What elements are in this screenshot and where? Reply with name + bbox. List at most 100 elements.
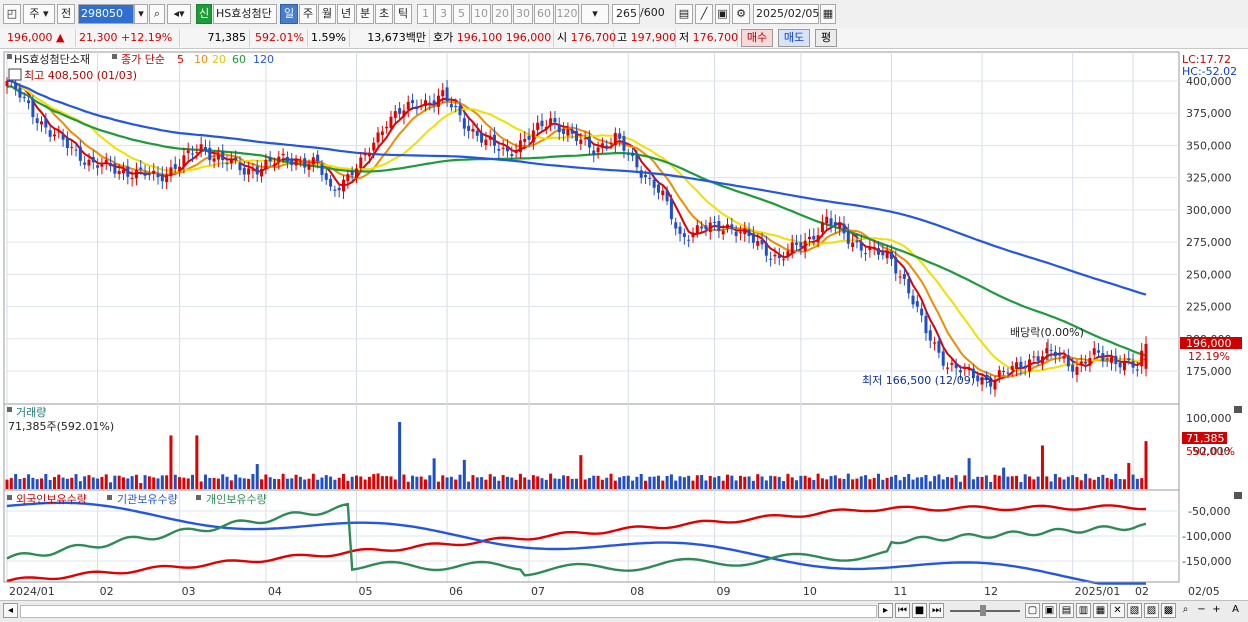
- volume-bar: [756, 474, 760, 489]
- code-input[interactable]: 298050: [78, 4, 134, 24]
- save-icon[interactable]: ▣: [715, 4, 730, 24]
- volume-bar: [290, 478, 294, 489]
- volume-bar: [618, 477, 622, 489]
- calendar-icon[interactable]: ▦: [820, 4, 836, 24]
- candle-body: [889, 251, 893, 259]
- volume-bar: [428, 475, 432, 489]
- magnifier-icon[interactable]: ⌕: [1178, 603, 1193, 618]
- chart-area[interactable]: HS효성첨단소재 종가 단순 5 10 20 60 120 최고 408,500…: [0, 48, 1248, 600]
- scroll-track[interactable]: [20, 605, 877, 618]
- price-panel-name: HS효성첨단소재: [14, 53, 90, 66]
- candle-body: [907, 278, 911, 294]
- x-axis-label: 2024/01: [9, 585, 55, 598]
- period-week[interactable]: 주: [299, 4, 317, 24]
- candle-body: [721, 230, 725, 235]
- zoom-in-icon[interactable]: +: [1209, 603, 1224, 618]
- volume-bar: [298, 476, 302, 489]
- scroll-right-icon[interactable]: ▸: [878, 603, 893, 618]
- period-second[interactable]: 초: [375, 4, 393, 24]
- tool-icon-4[interactable]: ▥: [1076, 603, 1091, 618]
- volume-bar: [510, 477, 514, 489]
- candle-body: [216, 154, 220, 160]
- candle-body: [173, 164, 177, 169]
- candle-body: [1084, 361, 1088, 364]
- tool-icon-1[interactable]: ▢: [1025, 603, 1040, 618]
- candle-body: [648, 177, 652, 179]
- number-5[interactable]: 5: [453, 4, 470, 24]
- candle-body: [609, 143, 613, 145]
- period-month[interactable]: 월: [318, 4, 336, 24]
- tool-icon-9[interactable]: ▩: [1161, 603, 1176, 618]
- volume-bar: [889, 476, 893, 489]
- tool-icon-8[interactable]: ▨: [1144, 603, 1159, 618]
- gear-icon[interactable]: ⚙: [732, 4, 750, 24]
- code-dropdown-icon[interactable]: ▾: [134, 4, 148, 24]
- tool-icon-2[interactable]: ▣: [1042, 603, 1057, 618]
- volume-bar: [812, 480, 816, 489]
- number-60[interactable]: 60: [534, 4, 554, 24]
- volume-bar: [1045, 476, 1049, 489]
- date-input[interactable]: 2025/02/05: [753, 4, 819, 24]
- candle-body: [1006, 372, 1010, 374]
- volume-bar: [484, 479, 488, 489]
- number-20[interactable]: 20: [492, 4, 512, 24]
- number-1[interactable]: 1: [417, 4, 434, 24]
- tool-icon-3[interactable]: ▤: [1059, 603, 1074, 618]
- candle-body: [380, 131, 384, 136]
- eval-button[interactable]: 평: [815, 29, 837, 47]
- period-tick[interactable]: 틱: [394, 4, 412, 24]
- period-year[interactable]: 년: [337, 4, 355, 24]
- scroll-left-icon[interactable]: ◂: [3, 603, 18, 618]
- font-size-icon[interactable]: A: [1228, 603, 1243, 618]
- window-menu-icon[interactable]: ◰: [3, 4, 21, 24]
- volume-bar: [199, 481, 203, 489]
- prev-button[interactable]: 전: [57, 4, 75, 24]
- stop-icon[interactable]: ■: [912, 603, 927, 618]
- count-input[interactable]: 265: [612, 4, 640, 24]
- period-day[interactable]: 일: [280, 4, 298, 24]
- number-120[interactable]: 120: [555, 4, 579, 24]
- candle-body: [221, 151, 225, 161]
- candle-body: [182, 155, 186, 167]
- candle-body: [570, 130, 574, 134]
- search-icon[interactable]: ⌕: [149, 4, 165, 24]
- volume-bar: [52, 477, 56, 489]
- volume-bar: [820, 478, 824, 489]
- draw-tool-icon[interactable]: ╱: [695, 4, 713, 24]
- candle-body: [333, 189, 337, 191]
- x-axis-right-label: 02/05: [1188, 585, 1220, 598]
- number-30[interactable]: 30: [513, 4, 533, 24]
- period-minute[interactable]: 분: [356, 4, 374, 24]
- candle-body: [639, 170, 643, 178]
- table-icon[interactable]: [8, 68, 22, 81]
- period-select[interactable]: 주 ▾: [23, 4, 55, 24]
- number-10[interactable]: 10: [471, 4, 491, 24]
- legend-foreign: 외국인보유수량: [16, 493, 87, 506]
- buy-button[interactable]: 매수: [741, 29, 773, 47]
- volume-bar: [950, 477, 954, 489]
- sell-button[interactable]: 매도: [778, 29, 810, 47]
- volume-bar: [225, 476, 229, 489]
- tool-icon-7[interactable]: ▧: [1127, 603, 1142, 618]
- last-page-icon[interactable]: ⏭: [929, 603, 944, 618]
- number-dropdown[interactable]: ▾: [581, 4, 609, 24]
- tool-icon-6[interactable]: ✕: [1110, 603, 1125, 618]
- volume-bar: [117, 475, 121, 489]
- holdings-panel-close-icon[interactable]: [1234, 492, 1242, 499]
- candle-body: [74, 149, 78, 151]
- volume-bar: [27, 474, 31, 489]
- tool-icon-5[interactable]: ▦: [1093, 603, 1108, 618]
- open-value: 176,700: [570, 31, 617, 44]
- volume-bar: [605, 477, 609, 489]
- first-page-icon[interactable]: ⏮: [895, 603, 910, 618]
- volume-bar: [1079, 480, 1083, 489]
- zoom-slider[interactable]: [950, 605, 1020, 616]
- zoom-out-icon[interactable]: −: [1194, 603, 1209, 618]
- stock-name[interactable]: HS효성첨단: [213, 4, 277, 24]
- speaker-icon[interactable]: ◂▾: [167, 4, 191, 24]
- quote-low: 저 176,700: [676, 29, 738, 47]
- chart-type-icon[interactable]: ▤: [675, 4, 693, 24]
- number-3[interactable]: 3: [435, 4, 452, 24]
- candle-body: [963, 367, 967, 370]
- volume-panel-close-icon[interactable]: [1234, 406, 1242, 413]
